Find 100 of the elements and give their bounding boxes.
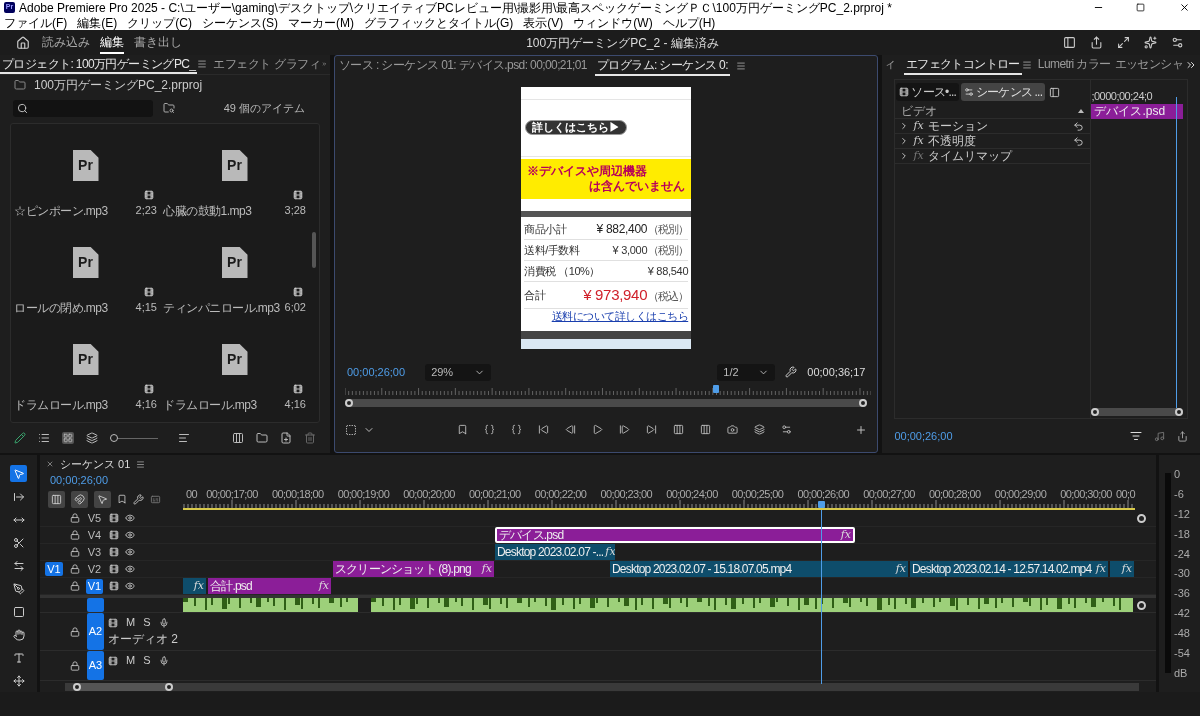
new-bin-icon[interactable] xyxy=(256,432,268,444)
automate-icon[interactable] xyxy=(232,432,244,444)
panel-icon[interactable] xyxy=(1049,86,1061,98)
compare-icon[interactable] xyxy=(754,424,765,435)
project-item[interactable]: Pr ドラムロール.mp3 4;16 xyxy=(160,332,309,429)
effect-row[interactable]: fx タイムリマップ xyxy=(895,149,1091,164)
settings-icon[interactable] xyxy=(1171,36,1184,49)
panel-tab[interactable]: エフェクトコントロー xyxy=(903,55,1022,75)
panel-tab[interactable]: プログラム: シーケンス 0: xyxy=(594,56,730,76)
eye-icon[interactable] xyxy=(125,547,135,557)
panel-tab[interactable]: Lumetri カラー xyxy=(1035,55,1113,75)
timeline-clip[interactable]: スクリーンショット (8).png fx xyxy=(333,561,494,577)
mute-toggle[interactable]: M xyxy=(126,617,136,628)
lock-icon[interactable] xyxy=(70,547,80,557)
menu-item[interactable]: クリップ(C) xyxy=(127,16,192,29)
mute-toggle[interactable]: M xyxy=(126,655,136,666)
project-item[interactable]: Pr ロールの閉め.mp3 4;15 xyxy=(11,235,160,332)
playhead-marker[interactable] xyxy=(712,385,719,393)
pencil-icon[interactable] xyxy=(14,432,26,444)
track-label[interactable]: V1 xyxy=(86,578,103,594)
timeline-clip[interactable]: fx xyxy=(1110,561,1134,577)
panel-tab[interactable]: ソース : シーケンス 01: デバイス.psd: 00;00;21;01 xyxy=(337,56,589,76)
menu-item[interactable]: ヘルプ(H) xyxy=(662,16,716,29)
zoom-dropdown[interactable]: 29% xyxy=(425,363,492,381)
panel-tab[interactable]: プロジェクト: 100万円ゲーミングPC_ xyxy=(0,55,198,74)
insert-icon[interactable] xyxy=(48,490,65,508)
project-item[interactable]: Pr ティンパニロール.mp3 6;02 xyxy=(160,235,309,332)
menu-item[interactable]: 編集(E) xyxy=(77,16,118,29)
timeline-clip[interactable]: デバイス.psd xyxy=(1091,104,1184,119)
timeline-clip[interactable]: Desktop 2023.02.07 - 15.18.07.05.mp4 fx xyxy=(610,561,908,577)
menu-icon[interactable] xyxy=(197,59,208,69)
timeline-clip[interactable]: Desktop 2023.02.14 - 12.57.14.02.mp4 fx xyxy=(910,561,1108,577)
extract-icon[interactable] xyxy=(700,424,711,435)
eye-icon[interactable] xyxy=(125,530,135,540)
menu-item[interactable]: グラフィックとタイトル(G) xyxy=(364,16,514,29)
horizontal-scrollbar[interactable] xyxy=(65,682,1139,691)
menu-icon[interactable] xyxy=(136,459,146,469)
track-label[interactable]: V3 xyxy=(86,544,103,560)
sync-icon[interactable] xyxy=(108,655,118,666)
menu-item[interactable]: シーケンス(S) xyxy=(202,16,278,29)
folder-search-icon[interactable] xyxy=(163,102,175,114)
track-label[interactable]: V4 xyxy=(86,527,103,543)
sync-icon[interactable] xyxy=(109,581,119,591)
mark-out-icon[interactable] xyxy=(511,424,522,435)
zoom-scrollbar[interactable] xyxy=(345,399,868,407)
list-view-icon[interactable] xyxy=(38,432,50,444)
lock-icon[interactable] xyxy=(70,626,80,637)
timeline-clip[interactable]: デバイス.psd fx xyxy=(495,527,855,543)
project-item[interactable]: Pr ☆ピンポーン.mp3 2;23 xyxy=(11,138,160,235)
more-tabs-icon[interactable] xyxy=(1185,59,1197,71)
scrollbar-thumb[interactable] xyxy=(312,232,316,268)
share-icon[interactable] xyxy=(1090,36,1103,49)
sort-icon[interactable] xyxy=(178,432,190,444)
current-timecode[interactable]: 00;00;26;00 xyxy=(347,363,406,381)
filter-icon[interactable] xyxy=(1130,430,1142,442)
search-field[interactable] xyxy=(13,99,153,117)
solo-toggle[interactable]: S xyxy=(143,617,151,628)
zoom-scrollbar[interactable] xyxy=(1091,408,1184,416)
playhead-line[interactable] xyxy=(1176,97,1178,408)
panel-tab[interactable]: エフェクト xyxy=(211,55,273,74)
mic-icon[interactable] xyxy=(158,617,169,628)
sync-icon[interactable] xyxy=(108,617,118,628)
marker-icon[interactable] xyxy=(117,494,127,504)
lock-icon[interactable] xyxy=(70,660,80,671)
linked-selection-icon[interactable] xyxy=(94,490,111,508)
camera-icon[interactable] xyxy=(727,424,738,435)
track-target-bar[interactable] xyxy=(87,598,104,612)
mark-in-icon[interactable] xyxy=(484,424,495,435)
timeline-clip[interactable]: 合計.psd fx xyxy=(208,578,331,594)
collapse-icon[interactable] xyxy=(1078,109,1085,113)
export-icon[interactable] xyxy=(1177,430,1188,442)
source-toggle[interactable]: シーケンス ... xyxy=(961,83,1046,101)
menu-icon[interactable] xyxy=(735,61,746,71)
lock-icon[interactable] xyxy=(70,530,80,540)
menu-item[interactable]: ウィンドウ(W) xyxy=(573,16,653,29)
new-item-icon[interactable] xyxy=(280,432,292,444)
reset-icon[interactable] xyxy=(1073,120,1085,132)
slider-thumb[interactable] xyxy=(110,434,118,442)
trash-icon[interactable] xyxy=(304,432,316,444)
captions-icon[interactable] xyxy=(150,493,161,505)
solo-toggle[interactable]: S xyxy=(143,655,151,666)
scroll-handle[interactable] xyxy=(1137,514,1146,523)
playhead-marker[interactable] xyxy=(817,501,825,508)
track-label[interactable]: V5 xyxy=(86,510,103,526)
lock-icon[interactable] xyxy=(70,513,80,523)
menu-item[interactable]: 表示(V) xyxy=(523,16,564,29)
lift-icon[interactable] xyxy=(673,424,684,435)
sequence-tab[interactable]: シーケンス 01 xyxy=(60,455,131,473)
eye-icon[interactable] xyxy=(125,581,135,591)
play-icon[interactable] xyxy=(592,424,603,435)
panel-tab[interactable]: ィ xyxy=(882,55,898,75)
workspace-tab[interactable]: 書き出し xyxy=(134,31,182,54)
effect-row[interactable]: fx 不透明度 xyxy=(895,134,1091,149)
panel-icon[interactable] xyxy=(1063,36,1076,49)
tool-button[interactable] xyxy=(10,580,27,597)
source-patch[interactable]: V1 xyxy=(45,562,63,576)
go-to-in-icon[interactable] xyxy=(538,424,549,435)
zoom-slider[interactable] xyxy=(110,434,158,442)
timeline-clip[interactable]: fx xyxy=(183,578,206,594)
settings-icon[interactable] xyxy=(781,424,792,435)
